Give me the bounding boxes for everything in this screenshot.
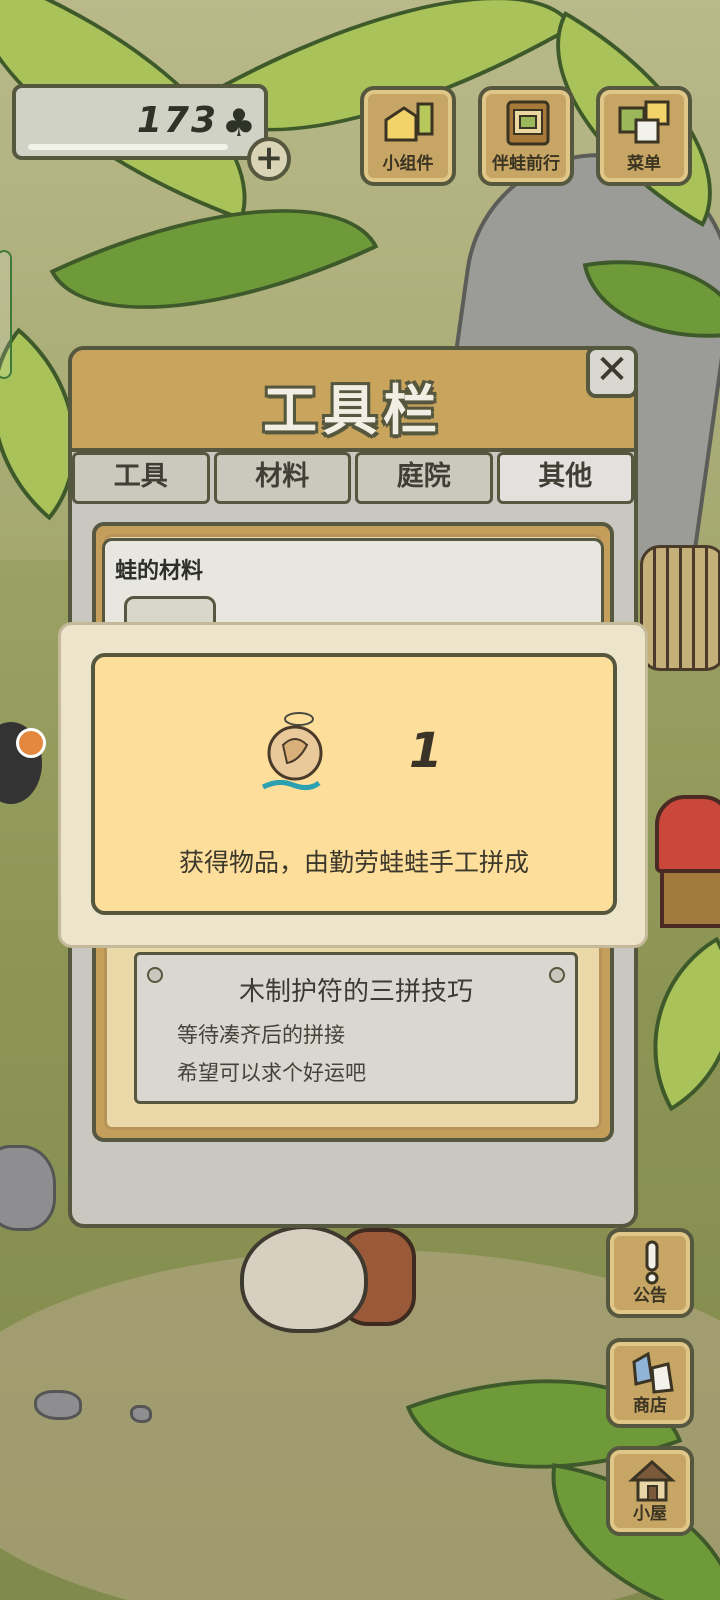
house-icon (628, 1459, 676, 1502)
wooden-charm-icon (261, 712, 323, 791)
notification-dot (16, 728, 46, 758)
house-button[interactable]: 小屋 (606, 1446, 694, 1536)
reward-count: 1 (409, 723, 443, 779)
tab-yard[interactable]: 庭院 (355, 452, 493, 504)
widget-button[interactable]: 小组件 (360, 86, 456, 186)
item-description-card: 木制护符的三拼技巧 等待凑齐后的拼接 希望可以求个好运吧 (134, 952, 578, 1104)
frog-journey-button[interactable]: 伴蛙前行 (478, 86, 574, 186)
rock (34, 1390, 82, 1420)
clover-box-highlight (28, 144, 228, 150)
notice-icon (645, 1240, 659, 1285)
toolbar-tabs: 工具 材料 庭院 其他 (72, 452, 634, 504)
tab-materials[interactable]: 材料 (213, 452, 351, 504)
widget-label: 小组件 (382, 154, 434, 174)
item-description-line: 希望可以求个好运吧 (177, 1061, 366, 1085)
shop-button[interactable]: 商店 (606, 1338, 694, 1428)
widget-icon (384, 102, 434, 142)
left-edge-tab[interactable] (0, 250, 12, 379)
frog-character[interactable] (240, 1225, 368, 1333)
toolbar-header: 工具栏 (72, 350, 634, 452)
rock (130, 1405, 152, 1423)
clover-counter: 173 ♣ (12, 84, 268, 160)
basket (640, 545, 720, 671)
shop-label: 商店 (633, 1396, 667, 1416)
reward-popup[interactable]: 1 获得物品，由勤劳蛙蛙手工拼成 (58, 622, 648, 948)
reward-message: 获得物品，由勤劳蛙蛙手工拼成 (178, 848, 529, 877)
reward-popup-body: 1 获得物品，由勤劳蛙蛙手工拼成 (91, 653, 617, 915)
item-description-line: 等待凑齐后的拼接 (177, 1023, 345, 1047)
toolbar-title: 工具栏 (263, 379, 443, 442)
frog-journey-label: 伴蛙前行 (492, 154, 560, 174)
shop-icon (632, 1351, 674, 1394)
notice-label: 公告 (633, 1286, 667, 1306)
menu-button[interactable]: 菜单 (596, 86, 692, 186)
item-description-title: 木制护符的三拼技巧 (238, 977, 473, 1007)
menu-icon (618, 100, 670, 144)
notice-button[interactable]: 公告 (606, 1228, 694, 1318)
tab-tools[interactable]: 工具 (72, 452, 210, 504)
close-button[interactable]: ✕ (586, 346, 638, 398)
house-label: 小屋 (633, 1504, 667, 1524)
menu-label: 菜单 (627, 154, 661, 174)
mailbox[interactable] (655, 795, 720, 873)
frog-journey-icon (506, 100, 550, 146)
add-clover-button[interactable]: + (247, 137, 291, 181)
clover-icon: ♣ (221, 101, 256, 145)
tab-other[interactable]: 其他 (496, 452, 634, 504)
clover-count: 173 (136, 100, 218, 141)
rock (0, 1145, 56, 1231)
section-title: 蛙的材料 (115, 559, 204, 584)
